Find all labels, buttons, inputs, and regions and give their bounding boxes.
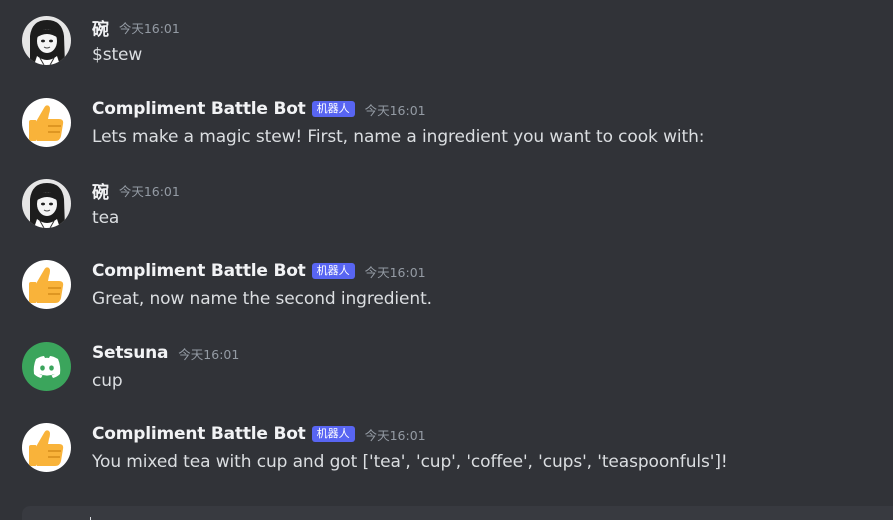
chat-message-list: 碗 今天16:01 $stew Compliment Battle Bot 机器…: [0, 0, 893, 520]
bot-tag: 机器人: [311, 101, 355, 117]
bot-tag: 机器人: [311, 263, 355, 279]
username[interactable]: 碗: [92, 15, 109, 40]
username[interactable]: Setsuna: [92, 343, 168, 363]
message-content: tea: [92, 208, 120, 228]
message-content: You mixed tea with cup and got ['tea', '…: [92, 452, 728, 472]
discord-logo-avatar-icon[interactable]: [22, 342, 71, 391]
message-header: Compliment Battle Bot 机器人 今天16:01: [92, 260, 426, 282]
thumbs-up-avatar-icon[interactable]: [22, 260, 71, 309]
message-header: 碗 今天16:01: [92, 15, 180, 40]
message-item: Setsuna 今天16:01 cup: [0, 342, 893, 412]
message-item: Compliment Battle Bot 机器人 今天16:01 Great,…: [0, 260, 893, 330]
message-item: Compliment Battle Bot 机器人 今天16:01 You mi…: [0, 423, 893, 493]
message-item: Compliment Battle Bot 机器人 今天16:01 Lets m…: [0, 98, 893, 168]
message-header: Compliment Battle Bot 机器人 今天16:01: [92, 423, 426, 445]
timestamp: 今天16:01: [364, 427, 426, 443]
message-item: 碗 今天16:01 tea: [0, 179, 893, 249]
timestamp: 今天16:01: [118, 20, 180, 36]
anime-girl-avatar-icon[interactable]: [22, 16, 71, 65]
thumbs-up-avatar-icon[interactable]: [22, 98, 71, 147]
username[interactable]: Compliment Battle Bot: [92, 99, 306, 119]
username[interactable]: 碗: [92, 178, 109, 203]
timestamp: 今天16:01: [364, 102, 426, 118]
anime-girl-avatar-icon[interactable]: [22, 179, 71, 228]
username[interactable]: Compliment Battle Bot: [92, 261, 306, 281]
timestamp: 今天16:01: [364, 264, 426, 280]
thumbs-up-avatar-icon[interactable]: [22, 423, 71, 472]
message-header: 碗 今天16:01: [92, 178, 180, 203]
timestamp: 今天16:01: [118, 183, 180, 199]
message-input-bar[interactable]: [22, 506, 893, 520]
message-content: cup: [92, 371, 123, 391]
message-content: Lets make a magic stew! First, name a in…: [92, 127, 705, 147]
bot-tag: 机器人: [311, 426, 355, 442]
message-content: $stew: [92, 45, 143, 65]
message-content: Great, now name the second ingredient.: [92, 289, 432, 309]
message-header: Setsuna 今天16:01: [92, 342, 239, 364]
timestamp: 今天16:01: [178, 346, 240, 362]
username[interactable]: Compliment Battle Bot: [92, 424, 306, 444]
message-header: Compliment Battle Bot 机器人 今天16:01: [92, 98, 426, 120]
message-item: 碗 今天16:01 $stew: [0, 16, 893, 86]
